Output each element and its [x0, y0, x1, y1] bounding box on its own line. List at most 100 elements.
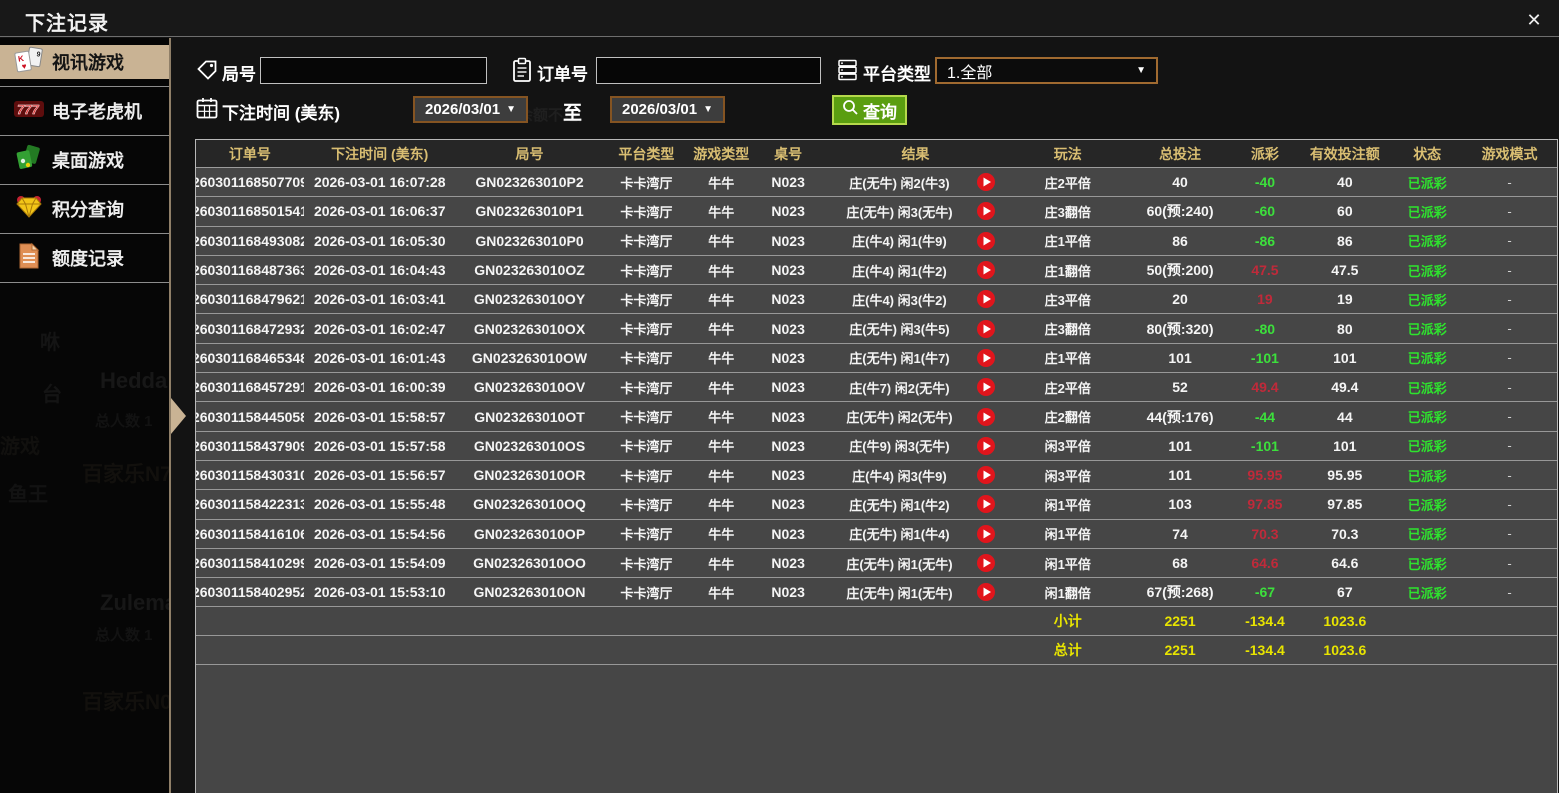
- cell-platform: 卡卡湾厅: [620, 556, 673, 572]
- sidebar-item-table-games[interactable]: 桌面游戏: [0, 136, 169, 185]
- cell-game-mode: -: [1507, 174, 1512, 190]
- cell-bet-time: 2026-03-01 16:01:43: [313, 349, 446, 366]
- replay-button[interactable]: [976, 524, 1008, 544]
- background-bleedthrough-text: 鱼王: [8, 484, 48, 506]
- cell-game-mode: -: [1507, 584, 1512, 600]
- chevron-down-icon: ▼: [1136, 65, 1146, 76]
- cell-game-type: 牛牛: [708, 439, 735, 455]
- sidebar-item-points-query[interactable]: 积分查询: [0, 185, 169, 234]
- cell-game-mode: -: [1507, 262, 1512, 278]
- cell-total-bet: 52: [1172, 379, 1188, 396]
- cell-order-no: 260301158416106: [196, 525, 304, 542]
- subtotal-row: 小计 2251 -134.4 1023.6: [196, 607, 1557, 637]
- cell-play-type: 闲1平倍: [1044, 497, 1091, 513]
- cell-play-type: 闲1平倍: [1044, 556, 1091, 572]
- replay-button[interactable]: [976, 553, 1008, 573]
- search-icon: [842, 99, 859, 121]
- order-no-input[interactable]: [596, 57, 821, 84]
- cell-round-no: GN023263010OO: [473, 555, 586, 571]
- cell-payout: -67: [1254, 584, 1276, 601]
- replay-button[interactable]: [976, 172, 1008, 192]
- cell-table-no: N023: [771, 379, 805, 396]
- cell-platform: 卡卡湾厅: [620, 439, 673, 455]
- cell-play-type: 庄3翻倍: [1044, 204, 1091, 220]
- replay-button[interactable]: [976, 201, 1008, 221]
- cell-valid-bet: 97.85: [1327, 496, 1363, 513]
- header-payout: 派彩: [1250, 145, 1279, 162]
- header-game-mode: 游戏模式: [1481, 145, 1538, 162]
- sidebar-item-live-casino[interactable]: 9 K ♥ 视讯游戏: [0, 38, 169, 87]
- cell-result: 庄(无牛) 闲1(牛7): [823, 344, 1008, 372]
- round-no-input[interactable]: [260, 57, 487, 84]
- cell-game-type: 牛牛: [708, 204, 735, 220]
- cell-bet-time: 2026-03-01 16:00:39: [313, 379, 446, 396]
- cell-game-mode: -: [1507, 555, 1512, 571]
- table-row: 260301158430310 2026-03-01 15:56:57 GN0232…: [196, 460, 1557, 491]
- cell-platform: 卡卡湾厅: [620, 468, 673, 484]
- replay-button[interactable]: [976, 319, 1008, 339]
- slot-777-icon: 777: [12, 97, 46, 126]
- replay-button[interactable]: [976, 260, 1008, 280]
- cell-order-no: 260301158410299: [196, 555, 304, 571]
- close-icon[interactable]: ✕: [1522, 8, 1546, 32]
- cell-result: 庄(无牛) 闲1(牛2): [823, 490, 1008, 518]
- cell-table-no: N023: [771, 496, 805, 513]
- search-button[interactable]: 查询: [832, 95, 907, 125]
- cell-table-no: N023: [771, 232, 805, 249]
- cell-result: 庄(无牛) 闲1(牛4): [823, 520, 1008, 548]
- table-row: 260301168479621 2026-03-01 16:03:41 GN0232…: [196, 285, 1557, 315]
- result-text: 庄(无牛) 闲1(无牛): [846, 556, 953, 572]
- result-text: 庄(牛4) 闲3(牛9): [852, 468, 947, 484]
- sidebar-item-credit-records[interactable]: 额度记录: [0, 234, 169, 283]
- result-text: 庄(无牛) 闲1(牛4): [849, 527, 950, 543]
- replay-button[interactable]: [976, 494, 1008, 514]
- cell-round-no: GN023263010ON: [473, 584, 586, 601]
- cell-total-bet: 67(预:268): [1146, 584, 1214, 601]
- replay-button[interactable]: [976, 582, 1008, 602]
- cell-game-type: 牛牛: [708, 468, 735, 484]
- result-text: 庄(无牛) 闲3(无牛): [846, 204, 953, 220]
- cell-bet-time: 2026-03-01 15:54:56: [313, 525, 446, 542]
- cell-status: 已派彩: [1407, 468, 1447, 484]
- replay-button[interactable]: [976, 348, 1008, 368]
- cell-round-no: GN023263010OW: [471, 349, 588, 366]
- cell-play-type: 庄3平倍: [1044, 292, 1091, 308]
- replay-button[interactable]: [976, 377, 1008, 397]
- cell-game-type: 牛牛: [708, 585, 735, 601]
- table-row: 260301168465348 2026-03-01 16:01:43 GN0232…: [196, 343, 1557, 374]
- cell-payout: 97.85: [1247, 496, 1283, 513]
- cell-order-no: 260301168507709: [196, 174, 304, 191]
- order-no-label: 订单号: [537, 65, 588, 84]
- cell-payout: 95.95: [1247, 467, 1283, 484]
- cell-play-type: 闲1平倍: [1044, 527, 1091, 543]
- date-to-picker[interactable]: 2026/03/01 ▼: [610, 96, 725, 123]
- background-bleedthrough-text: 总人数 1: [95, 413, 153, 430]
- cell-platform: 卡卡湾厅: [620, 263, 673, 279]
- cell-valid-bet: 44: [1337, 408, 1353, 425]
- date-from-picker[interactable]: 2026/03/01 ▼: [413, 96, 528, 123]
- cell-game-mode: -: [1507, 409, 1512, 425]
- result-text: 庄(无牛) 闲2(无牛): [846, 410, 953, 426]
- cell-order-no: 260301168472932: [196, 320, 304, 337]
- replay-button[interactable]: [976, 436, 1008, 456]
- cell-valid-bet: 70.3: [1331, 525, 1359, 542]
- cell-platform: 卡卡湾厅: [620, 204, 673, 220]
- header-bet-time: 下注时间 (美东): [331, 145, 429, 162]
- platform-type-select[interactable]: 1.全部 ▼: [935, 57, 1158, 84]
- sidebar-item-slots[interactable]: 777 电子老虎机: [0, 87, 169, 136]
- cell-status: 已派彩: [1407, 322, 1447, 338]
- replay-button[interactable]: [976, 289, 1008, 309]
- cell-game-type: 牛牛: [708, 351, 735, 367]
- total-label: 总计: [1053, 641, 1082, 658]
- clipboard-icon: [510, 57, 534, 82]
- table-row: 260301158410299 2026-03-01 15:54:09 GN0232…: [196, 548, 1557, 579]
- cell-result: 庄(无牛) 闲3(牛5): [823, 314, 1008, 342]
- cell-result: 庄(牛4) 闲3(牛9): [823, 461, 1008, 489]
- background-bleedthrough-text: 百家乐N07: [82, 691, 171, 714]
- replay-button[interactable]: [976, 407, 1008, 427]
- replay-button[interactable]: [976, 231, 1008, 251]
- replay-button[interactable]: [976, 465, 1008, 485]
- cell-total-bet: 40: [1172, 174, 1188, 191]
- cell-valid-bet: 80: [1337, 320, 1353, 337]
